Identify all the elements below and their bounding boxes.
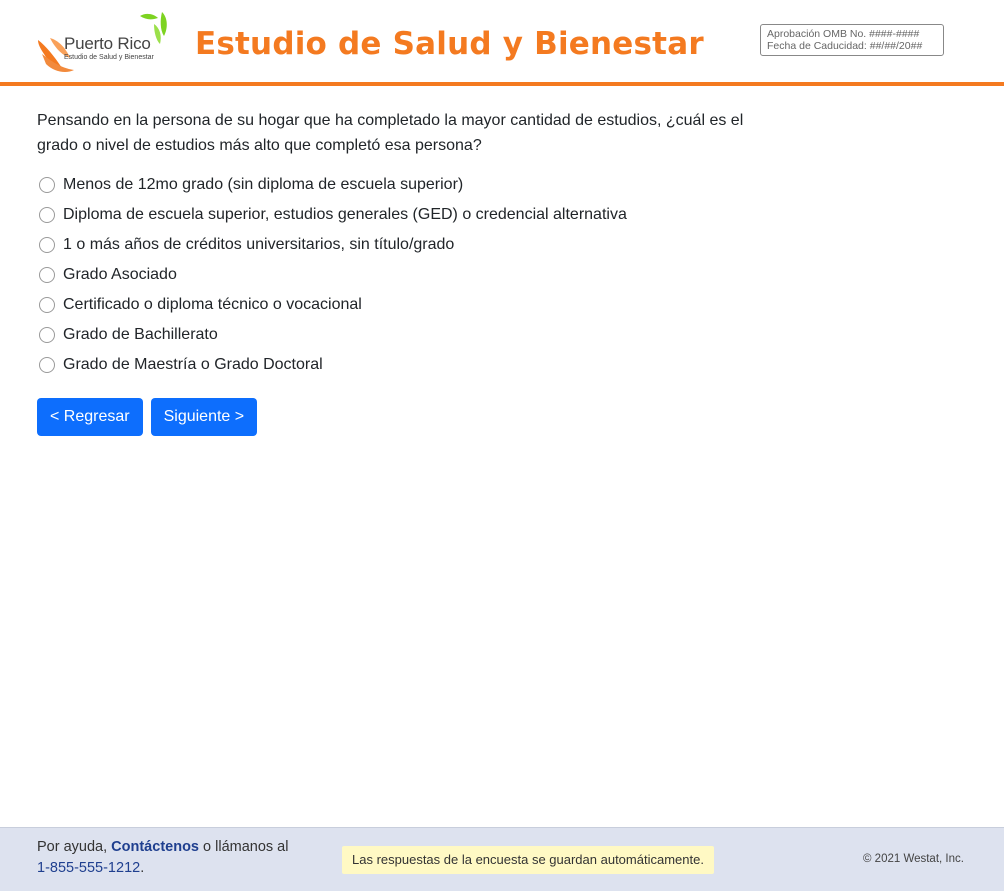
radio-button[interactable] — [39, 237, 55, 253]
radio-button[interactable] — [39, 357, 55, 373]
site-title: Estudio de Salud y Bienestar — [195, 26, 704, 62]
radio-button[interactable] — [39, 267, 55, 283]
answer-option[interactable]: Diploma de escuela superior, estudios ge… — [37, 200, 627, 230]
answer-option-label: Diploma de escuela superior, estudios ge… — [63, 206, 627, 223]
answer-option[interactable]: Menos de 12mo grado (sin diploma de escu… — [37, 170, 627, 200]
autosave-notice: Las respuestas de la encuesta se guardan… — [342, 846, 714, 874]
contact-link[interactable]: Contáctenos — [111, 839, 199, 855]
help-prefix: Por ayuda, — [37, 839, 108, 855]
answer-option[interactable]: Grado de Bachillerato — [37, 320, 627, 350]
site-header: Puerto Rico Estudio de Salud y Bienestar… — [0, 0, 1004, 82]
answer-option-label: Certificado o diploma técnico o vocacion… — [63, 296, 362, 313]
help-text: Por ayuda, Contáctenos o llámanos al 1-8… — [37, 837, 317, 879]
logo-subtitle: Estudio de Salud y Bienestar — [64, 54, 154, 61]
answer-option-label: 1 o más años de créditos universitarios,… — [63, 236, 455, 253]
omb-expiration-date: Fecha de Caducidad: ##/##/20## — [767, 40, 923, 52]
radio-button[interactable] — [39, 207, 55, 223]
answer-options: Menos de 12mo grado (sin diploma de escu… — [37, 170, 627, 380]
radio-button[interactable] — [39, 177, 55, 193]
site-footer: Por ayuda, Contáctenos o llámanos al 1-8… — [0, 827, 1004, 891]
answer-option-label: Menos de 12mo grado (sin diploma de escu… — [63, 176, 464, 193]
next-button[interactable]: Siguiente > — [150, 398, 258, 436]
answer-option[interactable]: 1 o más años de créditos universitarios,… — [37, 230, 627, 260]
answer-option[interactable]: Certificado o diploma técnico o vocacion… — [37, 290, 627, 320]
header-divider — [0, 82, 1004, 86]
phone-link[interactable]: 1-855-555-1212 — [37, 860, 140, 876]
help-middle: o llámanos al — [203, 839, 289, 855]
question-text: Pensando en la persona de su hogar que h… — [37, 112, 744, 154]
answer-option-label: Grado Asociado — [63, 266, 177, 283]
navigation-buttons: < Regresar Siguiente > — [37, 398, 265, 436]
radio-button[interactable] — [39, 327, 55, 343]
omb-info-box: Aprobación OMB No. ####-#### Fecha de Ca… — [760, 24, 944, 56]
back-button[interactable]: < Regresar — [37, 398, 143, 436]
answer-option[interactable]: Grado Asociado — [37, 260, 627, 290]
phone-suffix: . — [140, 860, 145, 876]
copyright: © 2021 Westat, Inc. — [863, 853, 964, 865]
radio-button[interactable] — [39, 297, 55, 313]
logo-text: Puerto Rico — [64, 34, 151, 53]
answer-option-label: Grado de Maestría o Grado Doctoral — [63, 356, 323, 373]
answer-option[interactable]: Grado de Maestría o Grado Doctoral — [37, 350, 627, 380]
omb-approval-number: Aprobación OMB No. ####-#### — [767, 28, 920, 40]
puerto-rico-logo: Puerto Rico Estudio de Salud y Bienestar — [36, 10, 176, 80]
answer-option-label: Grado de Bachillerato — [63, 326, 218, 343]
